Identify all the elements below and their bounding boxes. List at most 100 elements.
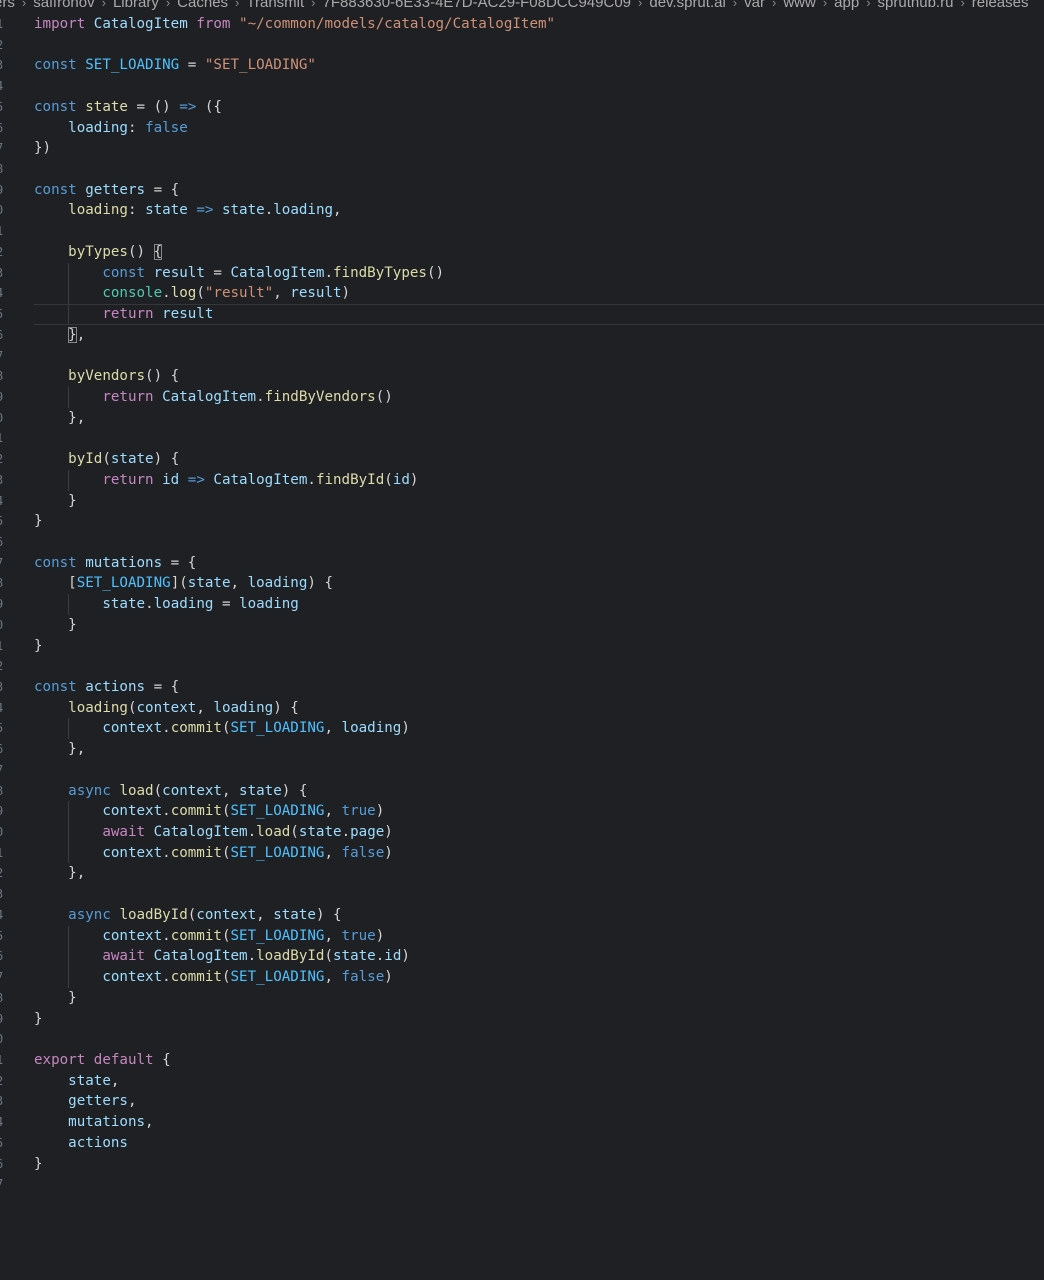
- breadcrumb-item[interactable]: ers: [0, 0, 15, 11]
- code-line[interactable]: [34, 428, 1044, 449]
- breadcrumb-item[interactable]: Library: [113, 0, 159, 11]
- code-token: findById: [315, 471, 385, 488]
- code-line[interactable]: const mutations = {: [34, 553, 1044, 574]
- code-line[interactable]: loading(context, loading) {: [34, 698, 1044, 719]
- code-line[interactable]: context.commit(SET_LOADING, true): [34, 801, 1044, 823]
- code-line[interactable]: byVendors() {: [34, 366, 1044, 387]
- line-number: 5: [0, 926, 14, 947]
- code-line[interactable]: }: [34, 988, 1044, 1009]
- code-line[interactable]: mutations,: [34, 1112, 1044, 1133]
- code-token: ): [384, 844, 393, 861]
- code-token: SET_LOADING: [230, 927, 325, 944]
- code-line[interactable]: byId(state) {: [34, 449, 1044, 470]
- code-line[interactable]: context.commit(SET_LOADING, loading): [34, 718, 1044, 740]
- code-line[interactable]: }: [34, 615, 1044, 636]
- code-line[interactable]: context.commit(SET_LOADING, false): [34, 842, 1044, 864]
- code-line[interactable]: const result = CatalogItem.findByTypes(): [34, 262, 1044, 284]
- code-line[interactable]: async loadById(context, state) {: [34, 905, 1044, 926]
- code-line[interactable]: [34, 532, 1044, 553]
- code-line[interactable]: context.commit(SET_LOADING, true): [34, 925, 1044, 947]
- breadcrumb-item[interactable]: Caches: [177, 0, 228, 11]
- code-token: ): [375, 927, 385, 944]
- code-line[interactable]: }: [34, 1009, 1044, 1030]
- code-line[interactable]: async load(context, state) {: [34, 781, 1044, 802]
- code-area[interactable]: import CatalogItem from "~/common/models…: [34, 14, 1044, 1195]
- breadcrumb-item[interactable]: var: [744, 0, 765, 11]
- breadcrumb-item[interactable]: www: [783, 0, 816, 11]
- line-number: 8: [0, 988, 14, 1009]
- code-line[interactable]: [34, 760, 1044, 781]
- breadcrumb-item[interactable]: releases: [972, 0, 1029, 11]
- breadcrumb-item[interactable]: saffronov: [33, 0, 94, 11]
- code-token: SET_LOADING: [85, 57, 180, 74]
- code-line[interactable]: [34, 656, 1044, 677]
- code-line[interactable]: [34, 159, 1044, 180]
- code-line[interactable]: const state = () => ({: [34, 97, 1044, 118]
- code-line[interactable]: [SET_LOADING](state, loading) {: [34, 573, 1044, 594]
- code-line[interactable]: await CatalogItem.load(state.page): [34, 822, 1044, 843]
- code-line[interactable]: }: [34, 511, 1044, 532]
- code-line[interactable]: [34, 76, 1044, 97]
- code-line[interactable]: },: [34, 408, 1044, 429]
- line-number: 7: [0, 553, 14, 574]
- code-line[interactable]: [34, 884, 1044, 905]
- breadcrumb-item[interactable]: dev.sprut.ai: [649, 0, 725, 11]
- code-line[interactable]: },: [34, 739, 1044, 760]
- code-line[interactable]: [34, 1174, 1044, 1195]
- code-line[interactable]: return result: [34, 304, 1044, 325]
- code-line[interactable]: export default {: [34, 1050, 1044, 1071]
- code-token: ): [341, 285, 351, 302]
- code-line[interactable]: const SET_LOADING = "SET_LOADING": [34, 55, 1044, 76]
- code-line[interactable]: return id => CatalogItem.findById(id): [34, 469, 1044, 491]
- code-line[interactable]: }): [34, 138, 1044, 159]
- code-token: .: [375, 948, 385, 965]
- chevron-right-icon: ›: [771, 0, 777, 10]
- code-line[interactable]: byTypes() {: [34, 242, 1044, 263]
- code-line[interactable]: },: [34, 863, 1044, 884]
- indent-guide: [68, 822, 69, 843]
- code-line[interactable]: await CatalogItem.loadById(state.id): [34, 946, 1044, 968]
- breadcrumb-item[interactable]: app: [834, 0, 859, 11]
- chevron-right-icon: ›: [866, 0, 871, 10]
- code-line[interactable]: return CatalogItem.findByVendors(): [34, 386, 1044, 408]
- code-token: .: [162, 720, 171, 737]
- code-line[interactable]: },: [34, 325, 1044, 346]
- code-token: ,: [324, 720, 342, 737]
- code-line[interactable]: const getters = {: [34, 180, 1044, 201]
- code-token: context: [102, 969, 163, 986]
- code-line[interactable]: console.log("result", result): [34, 283, 1044, 305]
- code-line[interactable]: actions: [34, 1133, 1044, 1154]
- code-token: ,: [333, 202, 342, 219]
- breadcrumb-item[interactable]: Transmit: [246, 0, 304, 11]
- code-line[interactable]: }: [34, 1154, 1044, 1175]
- code-line[interactable]: state.loading = loading: [34, 594, 1044, 615]
- indent-guide: [68, 967, 69, 988]
- code-line[interactable]: [34, 35, 1044, 56]
- line-number: 5: [0, 718, 14, 739]
- code-token: loading: [341, 720, 402, 737]
- code-line[interactable]: [34, 346, 1044, 367]
- code-line[interactable]: }: [34, 491, 1044, 512]
- code-line[interactable]: context.commit(SET_LOADING, false): [34, 967, 1044, 988]
- code-line[interactable]: loading: state => state.loading,: [34, 200, 1044, 221]
- code-line[interactable]: state,: [34, 1071, 1044, 1092]
- code-token: from: [196, 16, 231, 32]
- code-line[interactable]: import CatalogItem from "~/common/models…: [34, 14, 1044, 35]
- code-line[interactable]: loading: false: [34, 118, 1044, 139]
- code-token: CatalogItem: [162, 388, 257, 405]
- code-editor[interactable]: ers › saffronov › Library › Caches › Transmit › 7F…: [0, 0, 1044, 1280]
- chevron-right-icon: ›: [101, 0, 106, 10]
- indent-guide: [68, 842, 69, 864]
- code-line[interactable]: getters,: [34, 1091, 1044, 1112]
- code-token: SET_LOADING: [230, 844, 325, 861]
- code-line[interactable]: }: [34, 636, 1044, 657]
- breadcrumb-item[interactable]: spruthub.ru: [878, 0, 954, 11]
- code-line[interactable]: [34, 1029, 1044, 1050]
- breadcrumb-item[interactable]: 7F883630-6E33-4E7D-AC29-F08DCC949C09: [323, 0, 632, 11]
- code-line[interactable]: const actions = {: [34, 677, 1044, 698]
- line-number: 9: [0, 180, 14, 201]
- code-token: },: [34, 409, 86, 426]
- code-line[interactable]: [34, 221, 1044, 242]
